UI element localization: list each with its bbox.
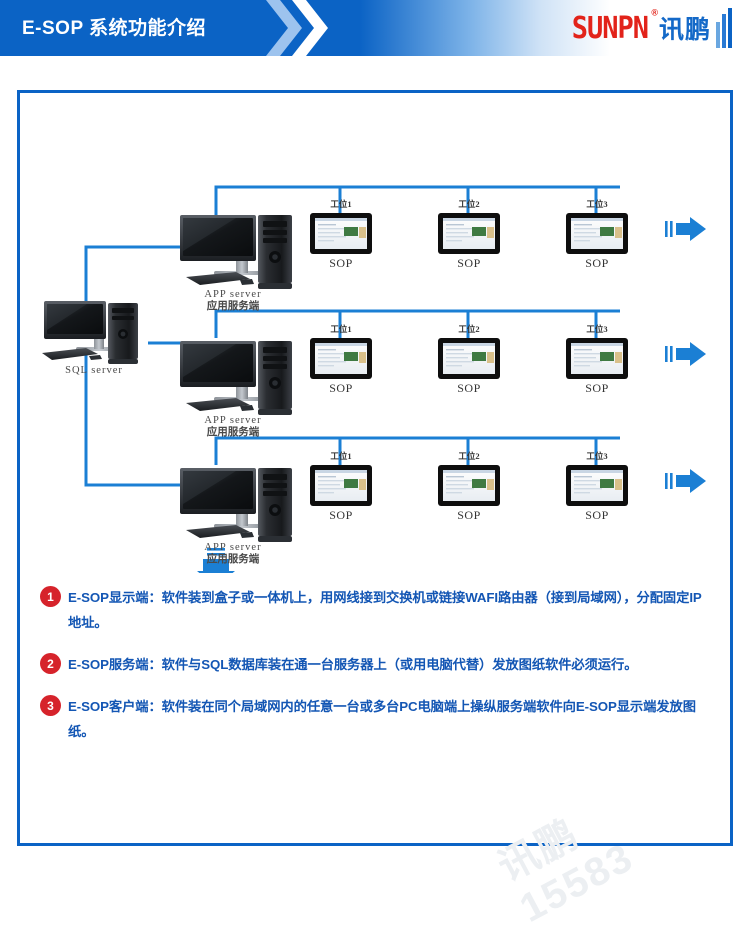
sop-terminal-r3-c3 [566, 465, 628, 506]
desktop-computer-app-server-3 [180, 468, 292, 542]
note-item-2: 2 E-SOP服务端：软件与SQL数据库装在通一台服务器上（或用电脑代替）发放图… [40, 652, 712, 677]
watermark: 讯鹏 15583 [491, 752, 728, 948]
content-panel: SQL server APP server 应用服务端 APP server 应… [17, 90, 736, 931]
notes-list: 1 E-SOP显示端：软件装到盒子或一体机上，用网线接到交换机或链接WAFI路由… [40, 585, 712, 761]
chevron-right-icon-front [292, 0, 334, 56]
station-label-r3-c3: 工位3 [586, 451, 608, 461]
sop-terminal-r1-c2 [438, 213, 500, 254]
sop-caption-r1-c1: SOP [329, 256, 353, 270]
note-item-1: 1 E-SOP显示端：软件装到盒子或一体机上，用网线接到交换机或链接WAFI路由… [40, 585, 712, 635]
logo-wordmark-text: SUNPN [571, 10, 649, 46]
station-label-r1-c3: 工位3 [586, 199, 608, 209]
sop-caption-r3-c2: SOP [457, 508, 481, 522]
note-text-3: E-SOP客户端：软件装在同个局域网内的任意一台或多台PC电脑端上操纵服务端软件… [68, 699, 696, 739]
sop-caption-r2-c3: SOP [585, 381, 609, 395]
note-number-badge-1: 1 [40, 586, 61, 607]
sop-caption-r1-c2: SOP [457, 256, 481, 270]
station-label-r1-c1: 工位1 [330, 199, 352, 209]
desktop-computer-app-server-2 [180, 341, 292, 415]
sop-terminal-r1-c1 [310, 213, 372, 254]
note-number-badge-3: 3 [40, 695, 61, 716]
diagram-canvas [42, 185, 706, 573]
sop-caption-r3-c3: SOP [585, 508, 609, 522]
registered-trademark-icon: ® [651, 6, 658, 17]
station-label-r1-c2: 工位2 [458, 199, 480, 209]
network-topology-diagram: SQL server APP server 应用服务端 APP server 应… [20, 93, 736, 573]
logo-bars-icon [716, 8, 732, 48]
node-label-sql-server: SQL server [65, 365, 123, 376]
station-label-r3-c2: 工位2 [458, 451, 480, 461]
page-header: E-SOP 系统功能介绍 SUNPN ® 讯鹏 [0, 0, 750, 56]
node-label-app-server-2: APP server 应用服务端 [204, 415, 262, 438]
sop-caption-r2-c2: SOP [457, 381, 481, 395]
sop-caption-r2-c1: SOP [329, 381, 353, 395]
station-label-r2-c2: 工位2 [458, 324, 480, 334]
sop-terminal-r3-c1 [310, 465, 372, 506]
node-label-app-server-1: APP server 应用服务端 [204, 289, 262, 312]
right-arrow-icon-row3 [665, 469, 706, 493]
station-label-r2-c1: 工位1 [330, 324, 352, 334]
logo-wordmark: SUNPN ® [571, 7, 658, 46]
desktop-computer-sql-server [42, 301, 138, 364]
station-label-r2-c3: 工位3 [586, 324, 608, 334]
note-text-1: E-SOP显示端：软件装到盒子或一体机上，用网线接到交换机或链接WAFI路由器（… [68, 590, 702, 630]
desktop-computer-app-server-1 [180, 215, 292, 289]
page-title: E-SOP 系统功能介绍 [22, 18, 207, 39]
right-arrow-icon-row1 [665, 217, 706, 241]
logo-chinese-name: 讯鹏 [658, 16, 711, 44]
watermark-line-1: 讯鹏 [491, 811, 587, 891]
sop-caption-r3-c1: SOP [329, 508, 353, 522]
node-label-app-server-3: APP server 应用服务端 [204, 542, 262, 565]
note-item-3: 3 E-SOP客户端：软件装在同个局域网内的任意一台或多台PC电脑端上操纵服务端… [40, 694, 712, 744]
sop-terminal-r3-c2 [438, 465, 500, 506]
watermark-line-2: 15583 [513, 835, 641, 931]
note-text-2: E-SOP服务端：软件与SQL数据库装在通一台服务器上（或用电脑代替）发放图纸软… [68, 657, 638, 672]
sop-terminal-r2-c3 [566, 338, 628, 379]
brand-logo: SUNPN ® 讯鹏 [571, 7, 732, 48]
station-label-r3-c1: 工位1 [330, 451, 352, 461]
sop-caption-r1-c3: SOP [585, 256, 609, 270]
sop-terminal-r2-c2 [438, 338, 500, 379]
sop-terminal-r2-c1 [310, 338, 372, 379]
sop-terminal-r1-c3 [566, 213, 628, 254]
right-arrow-icon-row2 [665, 342, 706, 366]
note-number-badge-2: 2 [40, 653, 61, 674]
